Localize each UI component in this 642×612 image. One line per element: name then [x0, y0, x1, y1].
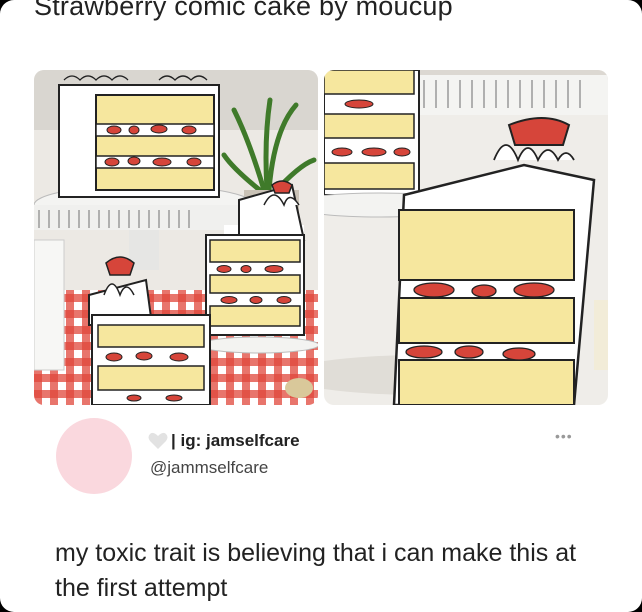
post-header: | ig: jamselfcare [148, 431, 300, 451]
heart-icon [148, 432, 168, 449]
cake-photo-left [34, 70, 318, 405]
meme-caption: Strawberry comic cake by moucup [34, 0, 453, 21]
cake-photo-right [324, 70, 608, 405]
user-handle[interactable]: @jammselfcare [150, 458, 268, 478]
more-options-icon[interactable]: ••• [555, 428, 573, 444]
meme-card: Strawberry comic cake by moucup | ig: ja… [0, 0, 642, 612]
avatar[interactable] [56, 418, 132, 494]
post-text: my toxic trait is believing that i can m… [55, 539, 577, 602]
display-name[interactable]: | ig: jamselfcare [171, 431, 300, 451]
